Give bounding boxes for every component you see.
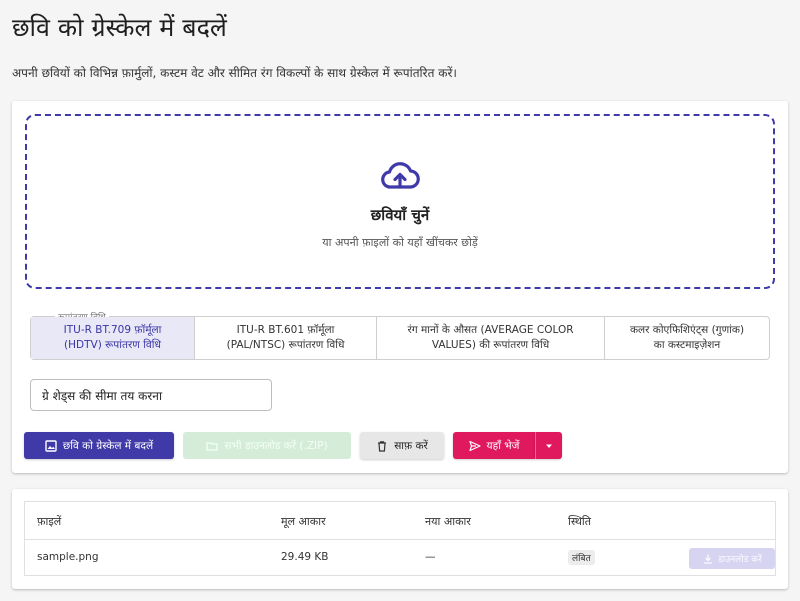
- page-subtitle: अपनी छवियों को विभिन्न फ़ार्मुलों, कस्टम…: [12, 66, 457, 80]
- method-option-line: का कस्टमाइज़ेशन: [653, 339, 721, 351]
- convert-button[interactable]: छवि को ग्रेस्केल में बदलें: [24, 432, 174, 459]
- method-option-custom[interactable]: कलर कोएफिशिएंट्स (गुणांक) का कस्टमाइज़ेशन: [605, 317, 769, 359]
- conversion-method-group: रूपांतरण विधि ITU-R BT.709 फ़ॉर्मूला(HDT…: [30, 310, 770, 360]
- image-icon: [45, 439, 57, 452]
- send-icon: [468, 440, 481, 451]
- trash-icon: [378, 440, 387, 452]
- files-table: फ़ाइलें मूल आकार नया आकार स्थिति sample.…: [24, 501, 776, 576]
- converter-card: छवियाँ चुनें या अपनी फ़ाइलों को यहाँ खीं…: [12, 101, 788, 473]
- send-to-dropdown-button[interactable]: [535, 432, 562, 459]
- files-card: फ़ाइलें मूल आकार नया आकार स्थिति sample.…: [12, 489, 788, 589]
- download-all-zip-button[interactable]: सभी डाउनलोड करें (.ZIP): [183, 432, 351, 459]
- method-option-bt601[interactable]: ITU-R BT.601 फ़ॉर्मूला (PAL/NTSC) रूपांतर…: [195, 317, 377, 359]
- convert-button-label: छवि को ग्रेस्केल में बदलें: [62, 439, 154, 452]
- caret-down-icon: [546, 444, 552, 448]
- send-button-label: यहाँ भेजें: [486, 439, 520, 452]
- cloud-upload-icon: [381, 162, 420, 189]
- method-option-line: कलर कोएफिशिएंट्स (गुणांक): [629, 324, 745, 336]
- page-title: छवि को ग्रेस्केल में बदलें: [12, 13, 227, 42]
- method-option-bt709[interactable]: ITU-R BT.709 फ़ॉर्मूला (HDTV) रूपांतरण वि…: [31, 317, 195, 359]
- column-header-original-size: मूल आकार: [281, 515, 326, 528]
- download-all-label: सभी डाउनलोड करें (.ZIP): [224, 439, 328, 452]
- method-option-line: ITU-R BT.709 फ़ॉर्मूला: [63, 324, 162, 336]
- file-dropzone[interactable]: छवियाँ चुनें या अपनी फ़ाइलों को यहाँ खीं…: [25, 114, 775, 289]
- column-header-new-size: नया आकार: [425, 515, 471, 528]
- column-header-files: फ़ाइलें: [37, 515, 62, 528]
- column-header-status: स्थिति: [568, 515, 592, 528]
- clear-button[interactable]: साफ़ करें: [360, 432, 444, 459]
- method-option-line: VALUES) की रूपांतरण विधि: [431, 339, 550, 351]
- download-icon: [704, 554, 713, 564]
- clear-button-label: साफ़ करें: [394, 439, 428, 452]
- status-badge: लंबित: [568, 550, 595, 565]
- row-download-label: डाउनलोड करें: [718, 555, 762, 565]
- gray-shades-limit-field[interactable]: ग्रे शेड्स की सीमा तय करना: [30, 379, 272, 411]
- dropzone-title: छवियाँ चुनें: [370, 206, 430, 224]
- method-option-line: ITU-R BT.601 फ़ॉर्मूला: [236, 324, 335, 336]
- cell-file-name: sample.png: [37, 551, 99, 563]
- method-option-line: (HDTV) रूपांतरण विधि: [64, 339, 161, 351]
- method-option-line: (PAL/NTSC) रूपांतरण विधि: [226, 339, 345, 351]
- method-option-line: रंग मानों के औसत (AVERAGE COLOR: [407, 324, 574, 336]
- row-download-button[interactable]: डाउनलोड करें: [689, 548, 775, 569]
- header-divider: [25, 539, 775, 540]
- gray-shades-limit-value: ग्रे शेड्स की सीमा तय करना: [42, 388, 163, 403]
- send-to-button[interactable]: यहाँ भेजें: [453, 432, 535, 459]
- cell-original-size: 29.49 KB: [281, 551, 329, 563]
- cell-new-size: —: [425, 551, 436, 563]
- folder-icon: [206, 441, 219, 451]
- method-option-average[interactable]: रंग मानों के औसत (AVERAGE COLOR VALUES) क…: [377, 317, 605, 359]
- dropzone-hint: या अपनी फ़ाइलों को यहाँ खींचकर छोड़ें: [322, 236, 478, 249]
